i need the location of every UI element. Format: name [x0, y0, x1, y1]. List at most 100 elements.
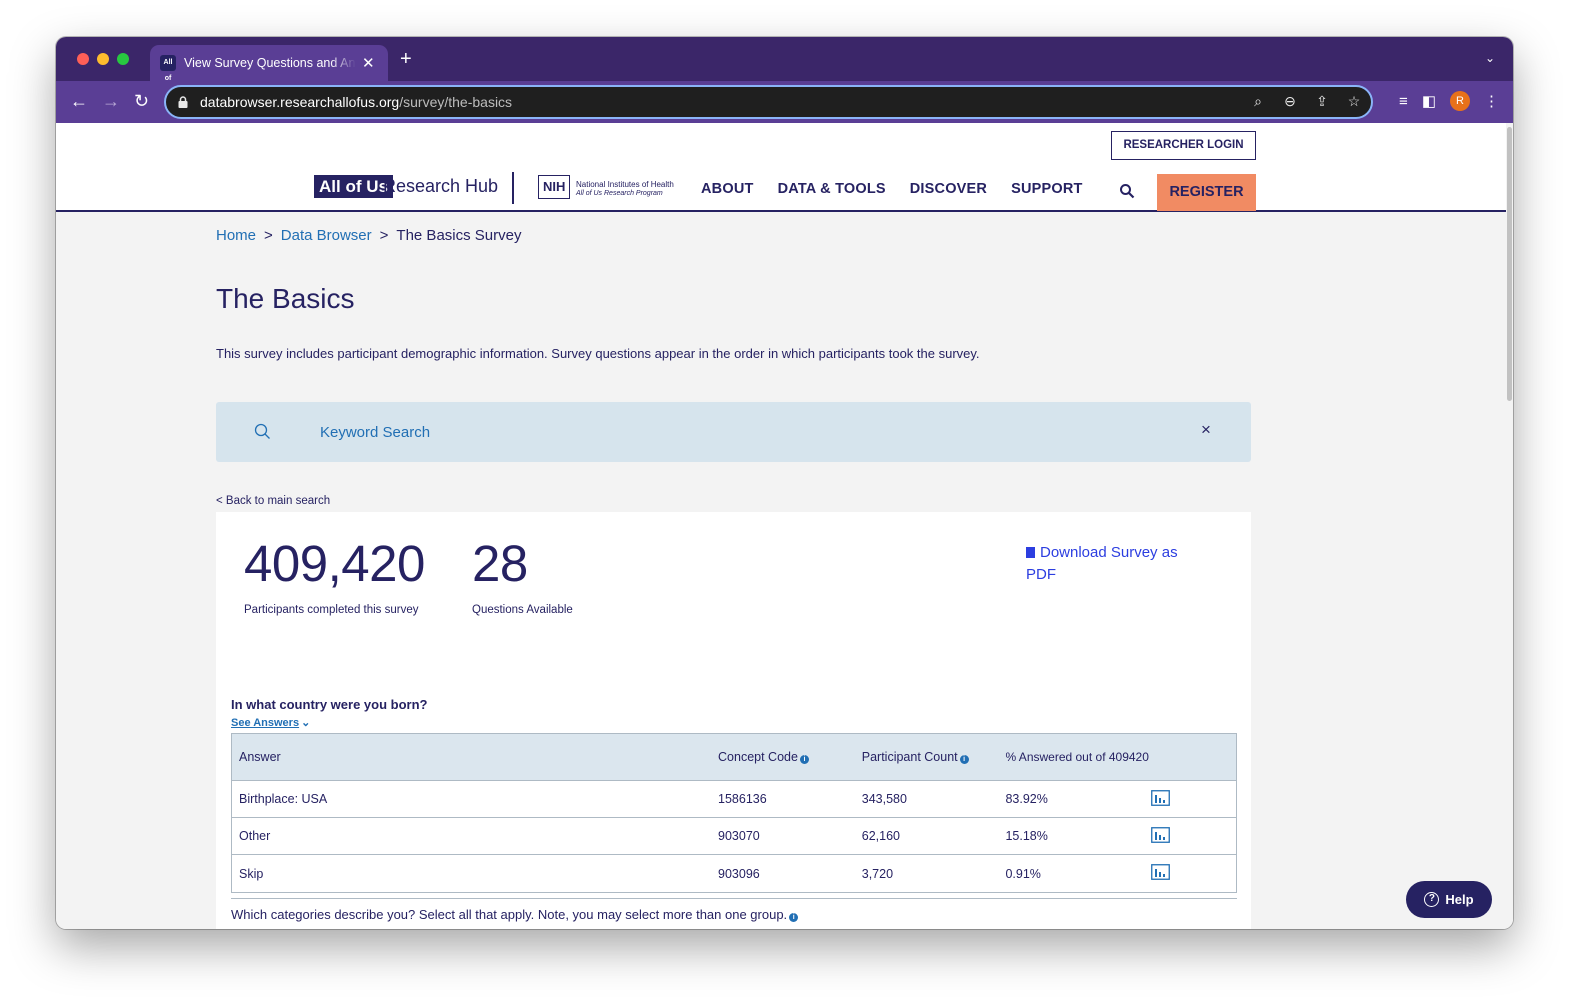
- address-bar[interactable]: databrowser.researchallofus.org/survey/t…: [164, 85, 1373, 119]
- clear-search-icon[interactable]: ×: [1201, 420, 1211, 440]
- page-description: This survey includes participant demogra…: [216, 346, 980, 361]
- info-icon[interactable]: i: [959, 755, 969, 764]
- question-title: In what country were you born?: [231, 697, 428, 712]
- cell-percent: 0.91%: [1005, 866, 1041, 881]
- scrollbar-thumb[interactable]: [1507, 127, 1512, 401]
- breadcrumb-separator: >: [264, 227, 273, 244]
- tab-close-icon[interactable]: ✕: [362, 54, 375, 72]
- breadcrumb-current: The Basics Survey: [396, 227, 522, 244]
- tab-strip: All of Us View Survey Questions and Answ…: [56, 37, 1513, 98]
- col-concept-code: Concept Code i: [718, 750, 862, 764]
- cell-answer: Other: [239, 829, 271, 843]
- download-survey-pdf-link[interactable]: Download Survey as PDF: [1026, 542, 1206, 586]
- questions-count: 28: [472, 535, 528, 592]
- browser-tab[interactable]: All of Us View Survey Questions and Answ…: [150, 45, 388, 98]
- research-hub-logo-text[interactable]: Research Hub: [383, 176, 498, 197]
- col-participant-count-label: Participant Count: [861, 750, 958, 764]
- nav-discover[interactable]: DISCOVER: [910, 181, 987, 197]
- profile-avatar[interactable]: R: [1450, 91, 1470, 111]
- researcher-login-button[interactable]: RESEARCHER LOGIN: [1111, 131, 1256, 160]
- web-page: RESEARCHER LOGIN All of Us Research Hub …: [56, 123, 1513, 929]
- share-icon[interactable]: ⇪: [1313, 93, 1331, 110]
- col-percent-answered: % Answered out of 409420: [1005, 749, 1149, 764]
- main-nav: ABOUT DATA & TOOLS DISCOVER SUPPORT: [701, 181, 1083, 197]
- bar-chart-icon[interactable]: [1151, 826, 1171, 843]
- cell-participant-count: 62,160: [861, 829, 900, 843]
- table-row[interactable]: Other 903070 62,160 15.18%: [232, 818, 1236, 855]
- survey-card: 409,420 Participants completed this surv…: [216, 512, 1251, 929]
- breadcrumb-data-browser[interactable]: Data Browser: [281, 227, 372, 244]
- bar-chart-icon[interactable]: [1151, 864, 1171, 880]
- close-window-button[interactable]: [77, 53, 89, 65]
- help-label: Help: [1445, 892, 1474, 907]
- cell-answer: Birthplace: USA: [239, 792, 328, 806]
- cell-percent: 15.18%: [1005, 829, 1048, 843]
- forward-arrow-icon[interactable]: →: [102, 90, 120, 112]
- site-header: RESEARCHER LOGIN All of Us Research Hub …: [56, 123, 1506, 212]
- search-lens-icon[interactable]: ⌕: [1249, 93, 1267, 110]
- participants-count: 409,420: [244, 535, 425, 592]
- chevron-down-icon: ⌄: [301, 717, 311, 729]
- url-host: databrowser.researchallofus.org: [200, 94, 400, 110]
- register-button[interactable]: REGISTER: [1157, 174, 1256, 211]
- nav-data-tools[interactable]: DATA & TOOLS: [778, 181, 886, 197]
- divider: [231, 898, 1237, 899]
- cell-concept-code: 1586136: [718, 792, 767, 806]
- info-icon[interactable]: i: [799, 755, 809, 764]
- bar-chart-icon[interactable]: [1151, 789, 1171, 806]
- reload-icon[interactable]: ↻: [134, 90, 149, 112]
- help-button[interactable]: ? Help: [1406, 881, 1492, 918]
- search-icon[interactable]: [1119, 183, 1135, 199]
- reading-list-icon[interactable]: ≡: [1399, 93, 1408, 110]
- logo-divider: [512, 172, 514, 204]
- all-of-us-logo[interactable]: All of Us: [314, 175, 393, 198]
- tab-title: View Survey Questions and Answers: [184, 56, 356, 70]
- minimize-window-button[interactable]: [97, 53, 109, 65]
- more-menu-icon[interactable]: ⋮: [1484, 92, 1499, 110]
- nih-logo-text: National Institutes of Health All of Us …: [576, 180, 674, 198]
- next-question-title[interactable]: Which categories describe you? Select al…: [231, 907, 799, 922]
- favicon-icon: All of Us: [160, 55, 176, 98]
- col-participant-count: Participant Count i: [862, 750, 1006, 764]
- back-to-main-search-link[interactable]: < Back to main search: [216, 495, 330, 507]
- keyword-search-input[interactable]: [320, 420, 1180, 444]
- new-tab-button[interactable]: +: [400, 49, 412, 69]
- page-scrollbar[interactable]: [1506, 123, 1513, 929]
- page-title: The Basics: [216, 283, 355, 314]
- table-header: Answer Concept Code i Participant Count i …: [232, 734, 1236, 781]
- breadcrumb-home[interactable]: Home: [216, 227, 256, 244]
- browser-window: All of Us View Survey Questions and Answ…: [56, 37, 1513, 929]
- bookmark-star-icon[interactable]: ☆: [1345, 93, 1363, 110]
- tab-search-chevron-icon[interactable]: ⌄: [1485, 51, 1495, 65]
- nih-logo[interactable]: NIH: [538, 175, 571, 199]
- search-icon: [254, 423, 270, 439]
- nav-about[interactable]: ABOUT: [701, 181, 754, 197]
- browser-toolbar: ← → ↻ databrowser.researchallofus.org/su…: [56, 81, 1513, 123]
- see-answers-toggle[interactable]: See Answers ⌄: [231, 716, 310, 729]
- breadcrumb: Home > Data Browser > The Basics Survey: [216, 227, 521, 244]
- keyword-search-bar: ×: [216, 402, 1251, 462]
- side-panel-icon[interactable]: ◧: [1422, 92, 1436, 110]
- answers-table: Answer Concept Code i Participant Count i …: [231, 733, 1237, 893]
- participants-label: Participants completed this survey: [244, 604, 419, 616]
- cell-participant-count: 343,580: [861, 792, 907, 806]
- table-row[interactable]: Birthplace: USA 1586136 343,580 83.92%: [232, 781, 1236, 818]
- nav-support[interactable]: SUPPORT: [1011, 181, 1083, 197]
- url-text[interactable]: databrowser.researchallofus.org/survey/t…: [200, 94, 512, 110]
- breadcrumb-separator: >: [379, 227, 389, 244]
- url-path: /survey/the-basics: [399, 94, 513, 110]
- back-arrow-icon[interactable]: ←: [70, 90, 88, 112]
- see-answers-label: See Answers: [231, 717, 300, 729]
- table-row[interactable]: Skip 903096 3,720 0.91%: [232, 855, 1236, 892]
- lock-icon: [178, 96, 188, 108]
- zoom-out-icon[interactable]: ⊖: [1281, 93, 1299, 110]
- question-mark-icon: ?: [1424, 892, 1440, 907]
- cell-concept-code: 903096: [718, 866, 760, 881]
- cell-participant-count: 3,720: [861, 866, 894, 881]
- questions-label: Questions Available: [472, 604, 573, 616]
- cell-percent: 83.92%: [1005, 792, 1048, 806]
- col-answer: Answer: [239, 750, 281, 764]
- cell-answer: Skip: [239, 866, 264, 881]
- info-icon[interactable]: i: [789, 913, 799, 922]
- maximize-window-button[interactable]: [117, 53, 129, 65]
